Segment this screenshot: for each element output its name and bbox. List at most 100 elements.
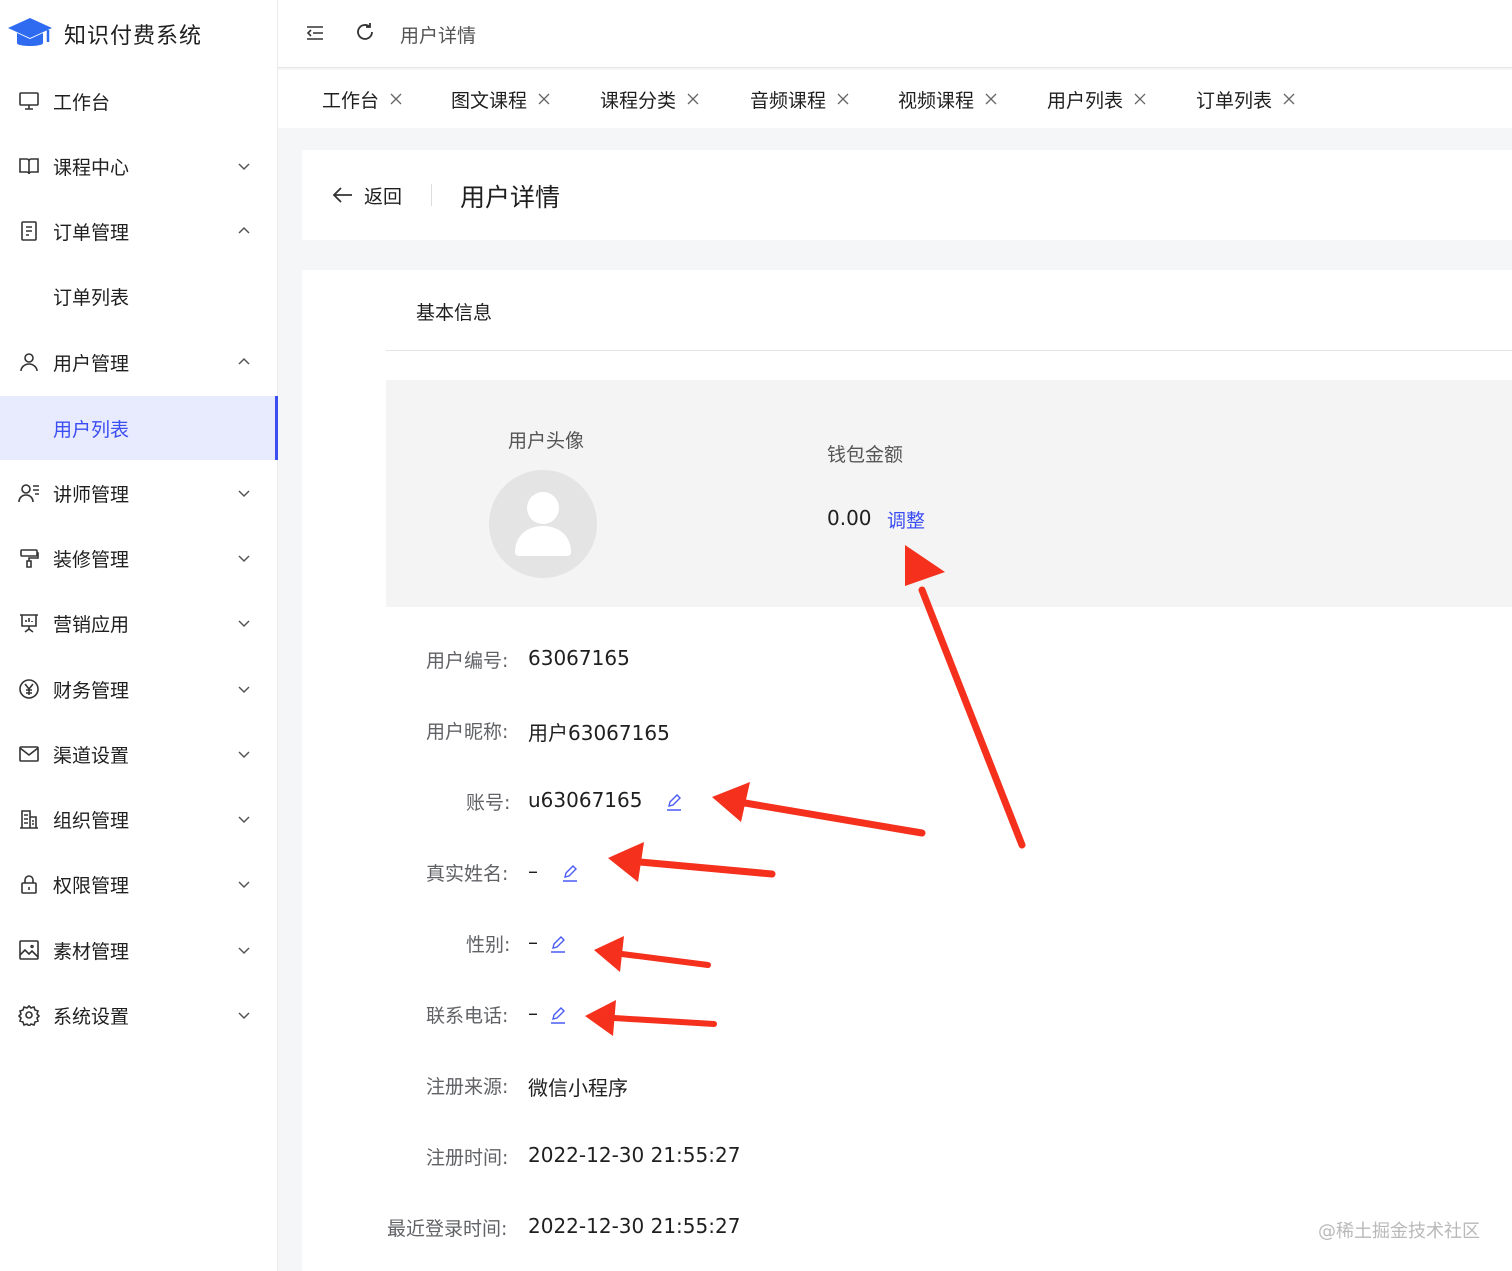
field-label: 用户编号:: [426, 650, 509, 672]
tab-video-course[interactable]: 视频课程: [898, 86, 998, 112]
sidebar-item-marketing[interactable]: 营销应用: [0, 591, 277, 655]
sidebar-item-label: 营销应用: [53, 613, 130, 636]
arrow-left-icon[interactable]: [332, 185, 354, 205]
tab-label: 音频课程: [750, 89, 827, 112]
tab-audio-course[interactable]: 音频课程: [750, 86, 850, 112]
wallet-label: 钱包金额: [827, 444, 904, 466]
field-value-wrap: –: [528, 859, 580, 883]
sidebar-item-user-management[interactable]: 用户管理: [0, 330, 277, 394]
field-last-login: 最近登录时间: 2022-12-30 21:55:27: [302, 1214, 1202, 1244]
page-title: 用户详情: [460, 183, 561, 212]
tab-label: 视频课程: [898, 89, 975, 112]
chevron-down-icon: [238, 490, 250, 498]
close-icon[interactable]: [984, 92, 998, 106]
user-icon: [20, 353, 38, 372]
sidebar-item-order-management[interactable]: 订单管理: [0, 199, 277, 263]
close-icon[interactable]: [686, 92, 700, 106]
back-button[interactable]: 返回: [364, 182, 402, 209]
tab-course-category[interactable]: 课程分类: [600, 86, 700, 112]
edit-icon[interactable]: [560, 863, 580, 883]
mail-icon: [19, 746, 39, 762]
close-icon[interactable]: [389, 92, 403, 106]
tab-order-list[interactable]: 订单列表: [1196, 86, 1296, 112]
edit-icon[interactable]: [664, 792, 684, 812]
book-icon: [19, 158, 39, 175]
wallet-amount: 0.00: [827, 506, 872, 530]
tab-label: 工作台: [322, 89, 380, 112]
sidebar-item-lecturer-management[interactable]: 讲师管理: [0, 461, 277, 525]
field-value: 2022-12-30 21:55:27: [528, 1143, 741, 1167]
building-icon: [20, 810, 38, 829]
paint-roller-icon: [20, 549, 39, 568]
chevron-down-icon: [238, 947, 250, 955]
edit-icon[interactable]: [548, 1005, 568, 1025]
chevron-down-icon: [238, 686, 250, 694]
sidebar-item-system-settings[interactable]: 系统设置: [0, 983, 277, 1047]
refresh-icon[interactable]: [354, 21, 376, 43]
field-value: 用户63067165: [528, 721, 670, 745]
field-value: 微信小程序: [528, 1076, 628, 1100]
sidebar-item-finance[interactable]: 财务管理: [0, 657, 277, 721]
order-icon: [21, 221, 37, 241]
sidebar-item-material[interactable]: 素材管理: [0, 918, 277, 982]
sidebar-item-decoration-management[interactable]: 装修管理: [0, 526, 277, 590]
field-label: 注册时间:: [426, 1147, 509, 1169]
field-real-name: 真实姓名: –: [302, 859, 1202, 889]
tab-label: 用户列表: [1047, 89, 1124, 112]
sidebar-item-label: 工作台: [53, 91, 111, 114]
tab-article-course[interactable]: 图文课程: [451, 86, 551, 112]
field-user-id: 用户编号: 63067165: [302, 646, 1202, 676]
sidebar-item-label: 课程中心: [53, 156, 130, 179]
tab-user-list[interactable]: 用户列表: [1047, 86, 1147, 112]
adjust-wallet-link[interactable]: 调整: [887, 506, 925, 533]
field-label: 联系电话:: [426, 1005, 509, 1027]
chevron-down-icon: [238, 816, 250, 824]
tab-label: 课程分类: [600, 89, 677, 112]
sidebar-item-label: 权限管理: [53, 874, 130, 897]
monitor-icon: [19, 92, 39, 110]
sidebar: 知识付费系统 工作台 课程中心 订单管理 订单列表 用户管理 用户列表 讲师管理…: [0, 0, 278, 1271]
divider: [431, 184, 432, 206]
field-value: u63067165: [528, 788, 643, 812]
close-icon[interactable]: [836, 92, 850, 106]
sidebar-item-label: 订单管理: [53, 221, 130, 244]
sidebar-item-course-center[interactable]: 课程中心: [0, 134, 277, 198]
sidebar-item-order-list[interactable]: 订单列表: [0, 264, 277, 328]
field-register-time: 注册时间: 2022-12-30 21:55:27: [302, 1143, 1202, 1173]
sidebar-item-label: 装修管理: [53, 548, 130, 571]
sidebar-item-label: 系统设置: [53, 1005, 130, 1028]
chevron-down-icon: [238, 555, 250, 563]
field-value: –: [528, 930, 538, 954]
field-value-wrap: u63067165: [528, 788, 684, 812]
chevron-down-icon: [238, 881, 250, 889]
sidebar-item-channel-settings[interactable]: 渠道设置: [0, 722, 277, 786]
close-icon[interactable]: [537, 92, 551, 106]
field-label: 性别:: [466, 934, 511, 956]
lecturer-icon: [18, 484, 39, 503]
sidebar-item-permission[interactable]: 权限管理: [0, 852, 277, 916]
chevron-up-icon: [238, 226, 250, 234]
tab-workbench[interactable]: 工作台: [322, 86, 403, 112]
tab-bar: 工作台 图文课程 课程分类 音频课程 视频课程 用户列表 订单列表: [278, 70, 1512, 128]
yen-icon: [19, 679, 39, 699]
chevron-up-icon: [238, 357, 250, 365]
sidebar-item-workbench[interactable]: 工作台: [0, 69, 277, 133]
sidebar-item-label: 用户列表: [53, 418, 130, 441]
close-icon[interactable]: [1282, 92, 1296, 106]
breadcrumb: 用户详情: [400, 25, 477, 47]
chevron-down-icon: [238, 1012, 250, 1020]
menu-fold-icon[interactable]: [304, 22, 326, 44]
field-label: 注册来源:: [426, 1076, 509, 1098]
field-label: 账号:: [466, 792, 511, 814]
edit-icon[interactable]: [548, 934, 568, 954]
close-icon[interactable]: [1133, 92, 1147, 106]
app-name: 知识付费系统: [64, 24, 203, 49]
field-label: 用户昵称:: [426, 721, 509, 743]
app-logo[interactable]: 知识付费系统: [0, 0, 278, 68]
field-value: 2022-12-30 21:55:27: [528, 1214, 741, 1238]
sidebar-item-organization[interactable]: 组织管理: [0, 787, 277, 851]
field-value: –: [528, 1001, 538, 1025]
sidebar-item-user-list[interactable]: 用户列表: [0, 396, 278, 460]
app-root: 知识付费系统 工作台 课程中心 订单管理 订单列表 用户管理 用户列表 讲师管理…: [0, 0, 1512, 1271]
avatar-label: 用户头像: [508, 430, 585, 452]
